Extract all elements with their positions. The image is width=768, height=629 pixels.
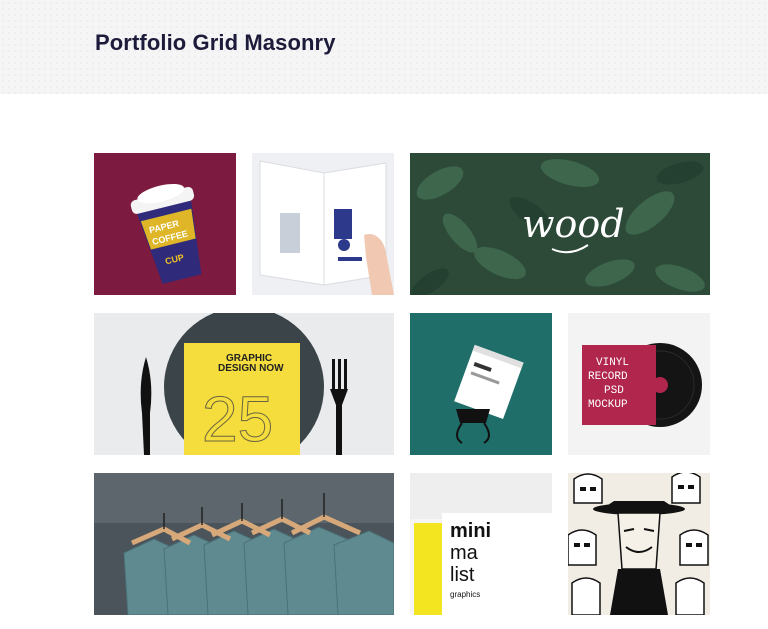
wood-text: wood xyxy=(522,202,625,246)
minimalist-book-image: mini ma list graphics xyxy=(410,473,552,615)
portfolio-item-magazine[interactable] xyxy=(252,153,394,295)
book-line-2: ma xyxy=(450,542,479,564)
vinyl-record-image: VINYL RECORD PSD MOCKUP xyxy=(568,313,710,455)
magazine-image xyxy=(252,153,394,295)
book-line-4: graphics xyxy=(450,590,480,599)
business-card-image xyxy=(410,313,552,455)
book-title-2: DESIGN NOW xyxy=(218,363,284,374)
coffee-cup-image: PAPER COFFEE CUP xyxy=(94,153,236,295)
portfolio-item-graphic-design-book[interactable]: GRAPHIC DESIGN NOW 25 xyxy=(94,313,394,455)
portfolio-item-coffee-cup[interactable]: PAPER COFFEE CUP xyxy=(94,153,236,295)
book-line-1: mini xyxy=(450,520,491,542)
t-shirts-image xyxy=(94,473,394,615)
vinyl-text-2: RECORD xyxy=(588,371,628,383)
wood-image: wood xyxy=(410,153,710,295)
page-title: Portfolio Grid Masonry xyxy=(95,30,336,55)
vinyl-text-4: MOCKUP xyxy=(588,399,628,411)
page-header: Portfolio Grid Masonry xyxy=(0,0,768,94)
portfolio-item-minimalist-book[interactable]: mini ma list graphics xyxy=(410,473,552,615)
portfolio-item-vinyl-record[interactable]: VINYL RECORD PSD MOCKUP xyxy=(568,313,710,455)
portfolio-item-t-shirts[interactable] xyxy=(94,473,394,615)
portfolio-item-business-card[interactable] xyxy=(410,313,552,455)
stormtroopers-image xyxy=(568,473,710,615)
portfolio-item-wood[interactable]: wood xyxy=(410,153,710,295)
graphic-design-book-image: GRAPHIC DESIGN NOW 25 xyxy=(94,313,394,455)
book-line-3: list xyxy=(450,564,475,586)
portfolio-item-stormtroopers[interactable] xyxy=(568,473,710,615)
vinyl-text-3: PSD xyxy=(604,385,624,397)
vinyl-text-1: VINYL xyxy=(596,357,629,369)
book-number: 25 xyxy=(202,383,273,455)
